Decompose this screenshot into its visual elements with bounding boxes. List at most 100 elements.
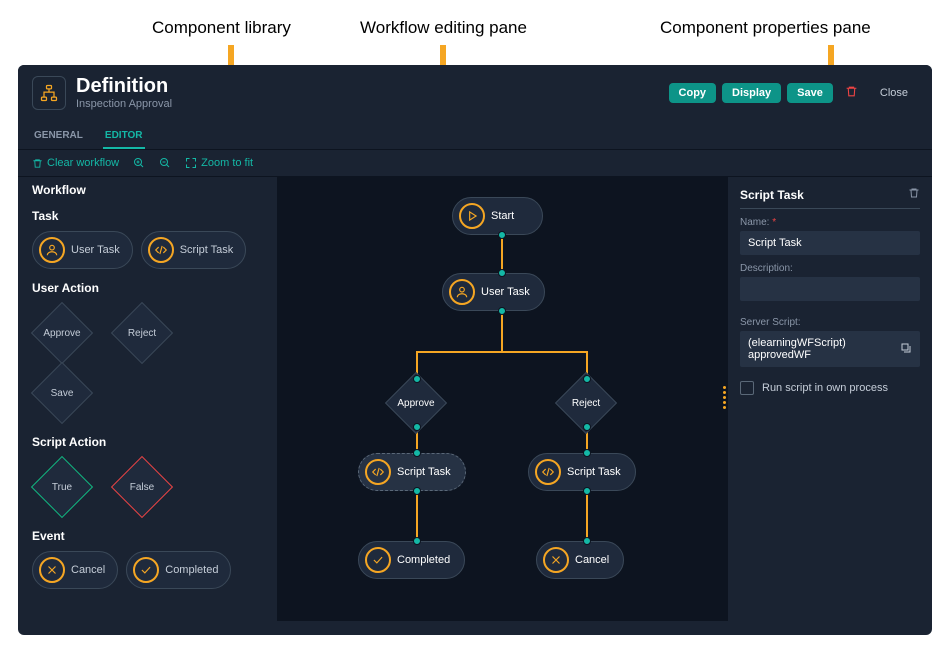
tab-general[interactable]: GENERAL (32, 124, 85, 149)
palette-label: Save (51, 388, 74, 399)
section-event: Event (32, 529, 263, 543)
app-window: Definition Inspection Approval Copy Disp… (18, 65, 932, 635)
copy-button[interactable]: Copy (669, 83, 717, 103)
clear-workflow-button[interactable]: Clear workflow (32, 157, 119, 169)
port[interactable] (413, 375, 421, 383)
tab-editor[interactable]: EDITOR (103, 124, 145, 149)
palette-save[interactable]: Save (32, 363, 92, 423)
palette-script-task[interactable]: Script Task (141, 231, 247, 269)
node-label: Completed (397, 554, 450, 566)
palette-label: Script Task (180, 244, 234, 256)
run-own-process-checkbox[interactable] (740, 381, 754, 395)
section-scriptaction: Script Action (32, 435, 263, 449)
palette-label: Approve (43, 328, 80, 339)
sidebar-heading: Workflow (32, 183, 263, 197)
palette-false[interactable]: False (112, 457, 172, 517)
properties-panel: Script Task Name: * Description: Server … (727, 177, 932, 621)
cancel-icon (543, 547, 569, 573)
section-task: Task (32, 209, 263, 223)
delete-node-icon[interactable] (908, 187, 920, 202)
port[interactable] (413, 487, 421, 495)
port[interactable] (583, 423, 591, 431)
annotation-editing: Workflow editing pane (360, 18, 527, 38)
node-label: Approve (397, 398, 434, 409)
completed-icon (133, 557, 159, 583)
port[interactable] (413, 423, 421, 431)
delete-icon[interactable] (839, 85, 864, 101)
node-script-task-left[interactable]: Script Task (358, 453, 466, 491)
user-icon (39, 237, 65, 263)
node-start[interactable]: Start (452, 197, 543, 235)
port[interactable] (498, 231, 506, 239)
palette-label: Reject (128, 328, 156, 339)
palette-label: Cancel (71, 564, 105, 576)
page-subtitle: Inspection Approval (76, 98, 172, 110)
palette-label: True (52, 482, 72, 493)
script-icon (365, 459, 391, 485)
close-button[interactable]: Close (870, 83, 918, 103)
palette-user-task[interactable]: User Task (32, 231, 133, 269)
zoom-in-button[interactable] (133, 157, 145, 169)
page-title: Definition (76, 75, 172, 98)
connector (586, 491, 588, 541)
properties-title: Script Task (740, 188, 804, 202)
cancel-icon (39, 557, 65, 583)
port[interactable] (583, 449, 591, 457)
node-completed[interactable]: Completed (358, 541, 465, 579)
component-library: Workflow Task User Task Script Task User… (18, 177, 278, 621)
display-button[interactable]: Display (722, 83, 781, 103)
server-script-label: Server Script: (740, 317, 920, 328)
node-script-task-right[interactable]: Script Task (528, 453, 636, 491)
workflow-canvas[interactable]: Start User Task Approve Reject Script Ta… (278, 177, 727, 621)
server-script-select[interactable]: (elearningWFScript) approvedWF (740, 331, 920, 367)
zoom-to-fit-button[interactable]: Zoom to fit (185, 157, 253, 169)
port[interactable] (413, 537, 421, 545)
port[interactable] (583, 537, 591, 545)
connector (416, 351, 588, 353)
palette-completed[interactable]: Completed (126, 551, 231, 589)
tab-bar: GENERAL EDITOR (18, 120, 932, 150)
clear-workflow-label: Clear workflow (47, 157, 119, 169)
node-label: Reject (572, 398, 600, 409)
annotation-props: Component properties pane (660, 18, 871, 38)
open-icon (900, 342, 912, 357)
port[interactable] (583, 487, 591, 495)
palette-label: False (130, 482, 154, 493)
node-label: User Task (481, 286, 530, 298)
palette-approve[interactable]: Approve (32, 303, 92, 363)
description-input[interactable] (740, 277, 920, 301)
connector (416, 491, 418, 541)
script-icon (148, 237, 174, 263)
port[interactable] (583, 375, 591, 383)
connector (501, 235, 503, 273)
connector (501, 311, 503, 351)
toolbar: Clear workflow Zoom to fit (18, 150, 932, 177)
definition-icon (32, 76, 66, 110)
name-label: Name: * (740, 217, 920, 228)
play-icon (459, 203, 485, 229)
description-label: Description: (740, 263, 920, 274)
node-label: Start (491, 210, 514, 222)
server-script-value: (elearningWFScript) approvedWF (748, 337, 900, 361)
script-icon (535, 459, 561, 485)
name-input[interactable] (740, 231, 920, 255)
node-cancel[interactable]: Cancel (536, 541, 624, 579)
palette-cancel[interactable]: Cancel (32, 551, 118, 589)
header: Definition Inspection Approval Copy Disp… (18, 65, 932, 120)
checkbox-label: Run script in own process (762, 382, 888, 394)
save-button[interactable]: Save (787, 83, 833, 103)
port[interactable] (498, 269, 506, 277)
node-label: Script Task (567, 466, 621, 478)
port[interactable] (498, 307, 506, 315)
port[interactable] (413, 449, 421, 457)
zoom-out-button[interactable] (159, 157, 171, 169)
panel-resize-handle[interactable] (723, 384, 727, 414)
palette-true[interactable]: True (32, 457, 92, 517)
palette-label: User Task (71, 244, 120, 256)
palette-reject[interactable]: Reject (112, 303, 172, 363)
node-user-task[interactable]: User Task (442, 273, 545, 311)
section-useraction: User Action (32, 281, 263, 295)
palette-label: Completed (165, 564, 218, 576)
completed-icon (365, 547, 391, 573)
node-label: Cancel (575, 554, 609, 566)
